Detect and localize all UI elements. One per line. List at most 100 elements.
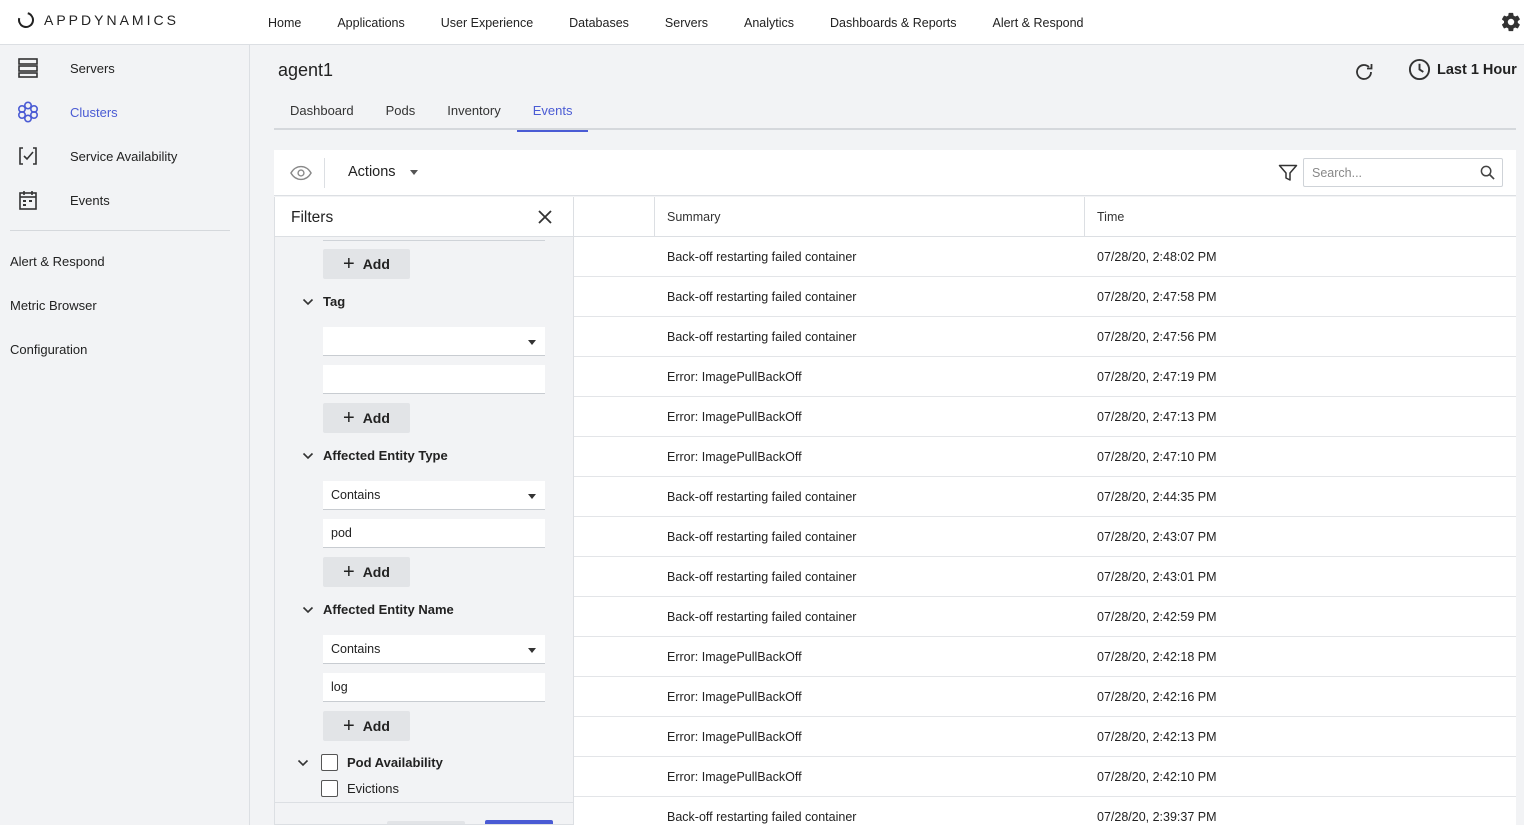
checkbox[interactable] — [321, 754, 338, 771]
sidebar-link-metric-browser[interactable]: Metric Browser — [10, 298, 97, 313]
add-filter-button[interactable]: + Add — [323, 249, 410, 279]
cell-summary: Back-off restarting failed container — [667, 610, 857, 624]
cell-time: 07/28/20, 2:47:13 PM — [1097, 410, 1217, 424]
entity-type-value-field[interactable]: pod — [323, 519, 545, 548]
apply-button[interactable] — [485, 820, 553, 824]
table-row[interactable]: Back-off restarting failed container 07/2… — [574, 477, 1516, 517]
table-row[interactable]: Back-off restarting failed container 07/2… — [574, 317, 1516, 357]
nav-home[interactable]: Home — [268, 16, 301, 30]
table-row[interactable]: Back-off restarting failed container 07/2… — [574, 277, 1516, 317]
gear-icon[interactable] — [1500, 11, 1522, 33]
table-row[interactable]: Error: ImagePullBackOff 07/28/20, 2:47:19… — [574, 357, 1516, 397]
appdynamics-logo[interactable]: APPDYNAMICS — [15, 9, 179, 31]
filters-panel: Filters + Add Tag + Add Affected Entity … — [274, 197, 574, 825]
cell-time: 07/28/20, 2:48:02 PM — [1097, 250, 1217, 264]
cell-summary: Error: ImagePullBackOff — [667, 690, 802, 704]
search-icon[interactable] — [1480, 165, 1495, 180]
tab-dashboard[interactable]: Dashboard — [274, 96, 370, 130]
tab-events[interactable]: Events — [516, 96, 589, 132]
nav-applications[interactable]: Applications — [337, 16, 404, 30]
nav-user-experience[interactable]: User Experience — [441, 16, 533, 30]
pod-availability-checkbox[interactable]: Pod Availability — [321, 754, 443, 771]
table-row[interactable]: Error: ImagePullBackOff 07/28/20, 2:47:10… — [574, 437, 1516, 477]
time-range-selector[interactable]: Last 1 Hour — [1408, 58, 1517, 81]
table-row[interactable]: Back-off restarting failed container 07/2… — [574, 557, 1516, 597]
tab-inventory[interactable]: Inventory — [431, 96, 516, 130]
table-row[interactable]: Back-off restarting failed container 07/2… — [574, 237, 1516, 277]
table-row[interactable]: Error: ImagePullBackOff 07/28/20, 2:42:18… — [574, 637, 1516, 677]
table-row[interactable]: Error: ImagePullBackOff 07/28/20, 2:42:10… — [574, 757, 1516, 797]
checkbox[interactable] — [321, 780, 338, 797]
caret-down-icon — [528, 340, 536, 345]
tag-operator-select[interactable] — [323, 327, 545, 356]
sidebar-item-events[interactable]: Events — [0, 178, 249, 222]
select-value: Contains — [331, 488, 381, 502]
filter-section-entity-name[interactable]: Affected Entity Name — [275, 601, 573, 621]
sidebar-item-servers[interactable]: Servers — [0, 46, 249, 90]
add-entity-name-button[interactable]: + Add — [323, 711, 410, 741]
sidebar-item-label: Events — [70, 192, 110, 208]
sidebar-link-configuration[interactable]: Configuration — [10, 342, 87, 357]
sidebar-item-service-availability[interactable]: Service Availability — [0, 134, 249, 178]
cell-summary: Back-off restarting failed container — [667, 330, 857, 344]
entity-name-value-field[interactable]: log — [323, 673, 545, 702]
cell-time: 07/28/20, 2:44:35 PM — [1097, 490, 1217, 504]
table-row[interactable]: Back-off restarting failed container 07/2… — [574, 797, 1516, 825]
clock-icon — [1408, 58, 1431, 81]
eye-icon[interactable] — [290, 163, 312, 183]
secondary-button[interactable] — [387, 821, 465, 824]
sidebar-item-label: Service Availability — [70, 148, 178, 164]
add-entity-type-button[interactable]: + Add — [323, 557, 410, 587]
nav-servers[interactable]: Servers — [665, 16, 708, 30]
close-icon[interactable] — [537, 209, 553, 225]
entity-name-operator-select[interactable]: Contains — [323, 635, 545, 664]
plus-icon: + — [343, 407, 355, 429]
time-range-label: Last 1 Hour — [1437, 61, 1517, 78]
search-input[interactable] — [1303, 158, 1503, 187]
cell-time: 07/28/20, 2:42:10 PM — [1097, 770, 1217, 784]
cell-time: 07/28/20, 2:42:18 PM — [1097, 650, 1217, 664]
add-button-label: Add — [362, 564, 390, 580]
sidebar-link-alert-respond[interactable]: Alert & Respond — [10, 254, 105, 269]
filters-header: Filters — [275, 197, 573, 237]
actions-dropdown[interactable]: Actions — [348, 164, 418, 180]
cell-time: 07/28/20, 2:43:01 PM — [1097, 570, 1217, 584]
filter-section-entity-type[interactable]: Affected Entity Type — [275, 447, 573, 467]
add-button-label: Add — [362, 410, 390, 426]
table-row[interactable]: Back-off restarting failed container 07/2… — [574, 517, 1516, 557]
filter-section-tag[interactable]: Tag — [275, 293, 573, 313]
table-row[interactable]: Error: ImagePullBackOff 07/28/20, 2:42:16… — [574, 677, 1516, 717]
filter-icon[interactable] — [1278, 164, 1298, 182]
evictions-checkbox[interactable]: Evictions — [321, 780, 399, 797]
chevron-down-icon[interactable] — [297, 757, 309, 769]
tab-pods[interactable]: Pods — [370, 96, 432, 130]
add-button-label: Add — [362, 256, 390, 272]
cell-time: 07/28/20, 2:47:10 PM — [1097, 450, 1217, 464]
entity-type-operator-select[interactable]: Contains — [323, 481, 545, 510]
table-row[interactable]: Error: ImagePullBackOff 07/28/20, 2:47:13… — [574, 397, 1516, 437]
cell-time: 07/28/20, 2:47:19 PM — [1097, 370, 1217, 384]
nav-dashboards-reports[interactable]: Dashboards & Reports — [830, 16, 956, 30]
column-summary[interactable]: Summary — [654, 197, 1084, 237]
nav-alert-respond[interactable]: Alert & Respond — [992, 16, 1083, 30]
nav-databases[interactable]: Databases — [569, 16, 629, 30]
calendar-icon — [19, 191, 37, 210]
refresh-icon[interactable] — [1352, 60, 1376, 84]
add-tag-button[interactable]: + Add — [323, 403, 410, 433]
add-button-label: Add — [362, 718, 390, 734]
table-row[interactable]: Error: ImagePullBackOff 07/28/20, 2:42:13… — [574, 717, 1516, 757]
table-row[interactable]: Back-off restarting failed container 07/2… — [574, 597, 1516, 637]
nav-analytics[interactable]: Analytics — [744, 16, 794, 30]
column-time[interactable]: Time — [1084, 197, 1516, 237]
select-value: Contains — [331, 642, 381, 656]
tag-value-field[interactable] — [323, 365, 545, 394]
cell-time: 07/28/20, 2:47:56 PM — [1097, 330, 1217, 344]
sidebar-item-clusters[interactable]: Clusters — [0, 90, 249, 134]
top-navigation: APPDYNAMICS Home Applications User Exper… — [0, 0, 1524, 45]
cell-summary: Error: ImagePullBackOff — [667, 450, 802, 464]
service-availability-icon — [19, 147, 37, 165]
cell-summary: Error: ImagePullBackOff — [667, 650, 802, 664]
cell-summary: Back-off restarting failed container — [667, 250, 857, 264]
cell-time: 07/28/20, 2:42:16 PM — [1097, 690, 1217, 704]
filters-title: Filters — [291, 209, 334, 226]
